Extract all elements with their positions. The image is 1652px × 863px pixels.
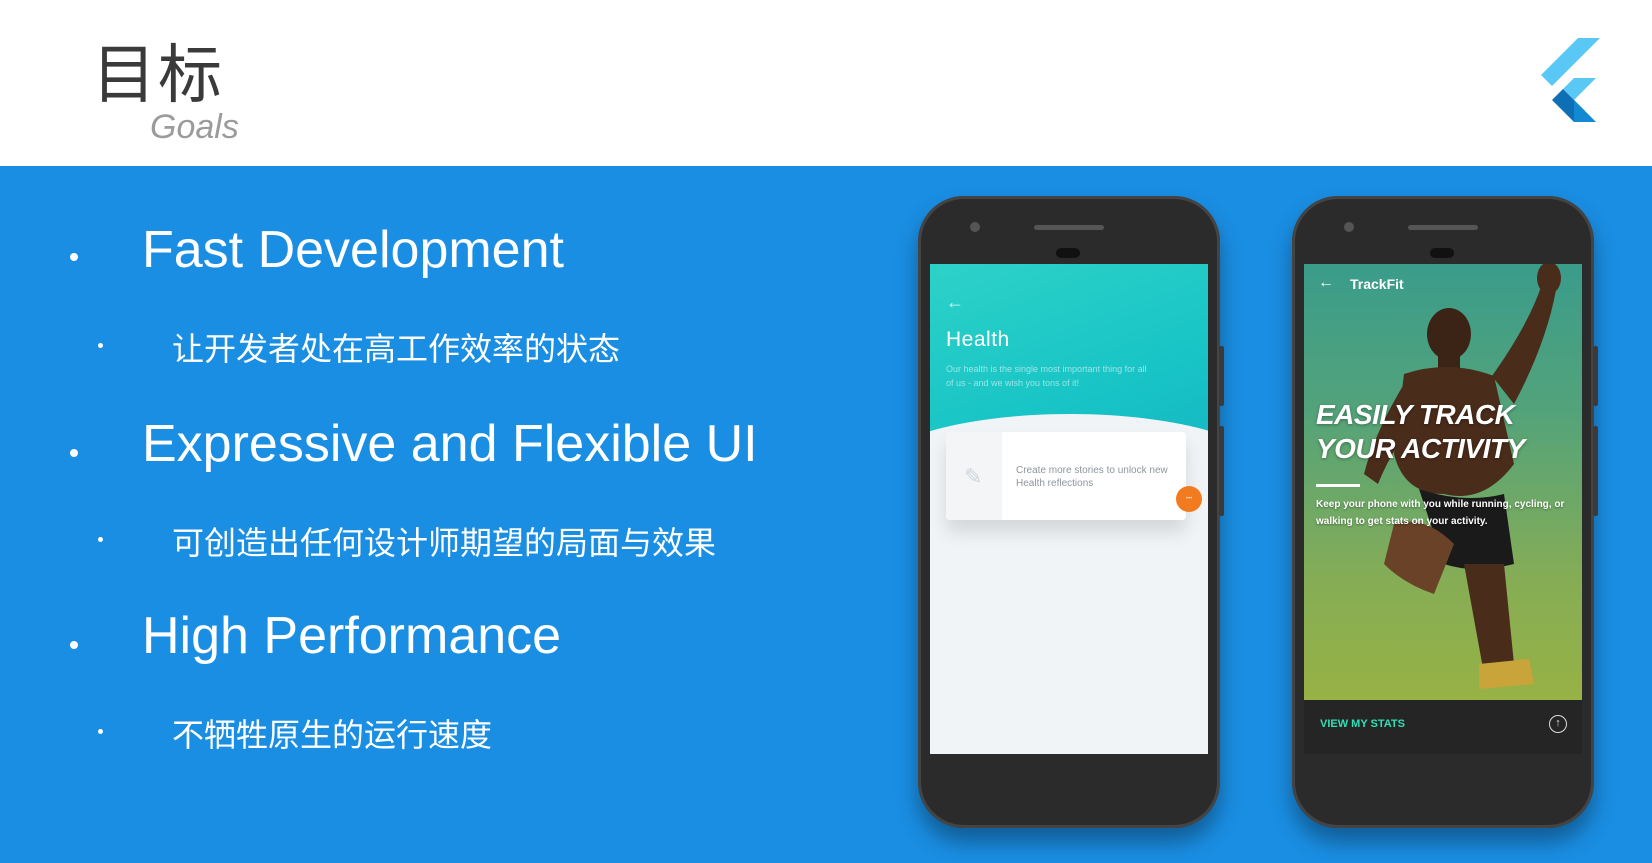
bullet-dot — [70, 449, 78, 457]
slide-header: 目标 Goals — [0, 0, 1652, 166]
phone-speaker — [1034, 225, 1104, 230]
phone-side-button — [1593, 426, 1598, 516]
card-text: Create more stories to unlock new Health… — [1016, 465, 1168, 489]
card-icon-area: ✎ — [946, 432, 1002, 520]
headline-divider — [1316, 484, 1360, 487]
sub-bullet-dot — [98, 343, 103, 348]
health-title: Health — [946, 328, 1010, 351]
view-stats-button[interactable]: VIEW MY STATS — [1320, 718, 1405, 730]
trackfit-description: Keep your phone with you while running, … — [1316, 499, 1565, 527]
bullet-sub-expressive-ui: 可创造出任何设计师期望的局面与效果 — [172, 524, 717, 562]
slide-title: 目标 — [92, 39, 224, 113]
health-description: Our health is the single most important … — [946, 364, 1147, 388]
arrow-left-icon[interactable]: ← — [946, 292, 964, 313]
upload-icon[interactable]: ↑ — [1549, 715, 1567, 733]
bullet-title-high-performance: High Performance — [142, 607, 562, 665]
trackfit-title: TrackFit — [1350, 276, 1404, 292]
orange-fab-button[interactable]: ••• — [1176, 486, 1202, 512]
phone-side-button — [1219, 426, 1224, 516]
pen-icon: ✎ — [964, 464, 983, 489]
trackfit-footer: VIEW MY STATS ↑ — [1304, 700, 1582, 754]
phone-sensor — [1430, 248, 1454, 258]
phone-side-button — [1593, 346, 1598, 406]
content-area: Fast Development 让开发者处在高工作效率的状态 Expressi… — [0, 166, 1652, 863]
bullet-sub-high-performance: 不牺牲原生的运行速度 — [172, 716, 493, 754]
sub-bullet-dot — [98, 537, 103, 542]
phone-camera — [1344, 222, 1354, 232]
bullet-dot — [70, 641, 78, 649]
trackfit-app-screen: ← TrackFit EASILY TRACK YOUR ACTIVITY Ke… — [1304, 264, 1582, 754]
phone-camera — [970, 222, 980, 232]
health-story-card[interactable]: ✎ Create more stories to unlock new Heal… — [946, 432, 1186, 520]
phone-side-button — [1219, 346, 1224, 406]
flutter-logo-icon — [1541, 38, 1600, 122]
bullet-title-fast-development: Fast Development — [142, 221, 564, 279]
sub-bullet-dot — [98, 729, 103, 734]
headline-line-2: YOUR ACTIVITY — [1316, 433, 1525, 464]
bullet-title-expressive-ui: Expressive and Flexible UI — [142, 415, 758, 473]
athlete-photo — [1364, 264, 1561, 689]
phone-speaker — [1408, 225, 1478, 230]
trackfit-headline: EASILY TRACK YOUR ACTIVITY — [1316, 398, 1525, 466]
slide-subtitle: Goals — [150, 108, 239, 146]
bullet-sub-fast-development: 让开发者处在高工作效率的状态 — [172, 330, 621, 368]
arrow-left-icon[interactable]: ← — [1318, 274, 1334, 292]
phone-mockup-health: ← Health Our health is the single most i… — [918, 196, 1224, 828]
headline-line-1: EASILY TRACK — [1316, 399, 1515, 430]
bullet-dot — [70, 253, 78, 261]
phone-mockup-trackfit: ← TrackFit EASILY TRACK YOUR ACTIVITY Ke… — [1292, 196, 1598, 828]
health-app-screen: ← Health Our health is the single most i… — [930, 264, 1208, 754]
phone-sensor — [1056, 248, 1080, 258]
